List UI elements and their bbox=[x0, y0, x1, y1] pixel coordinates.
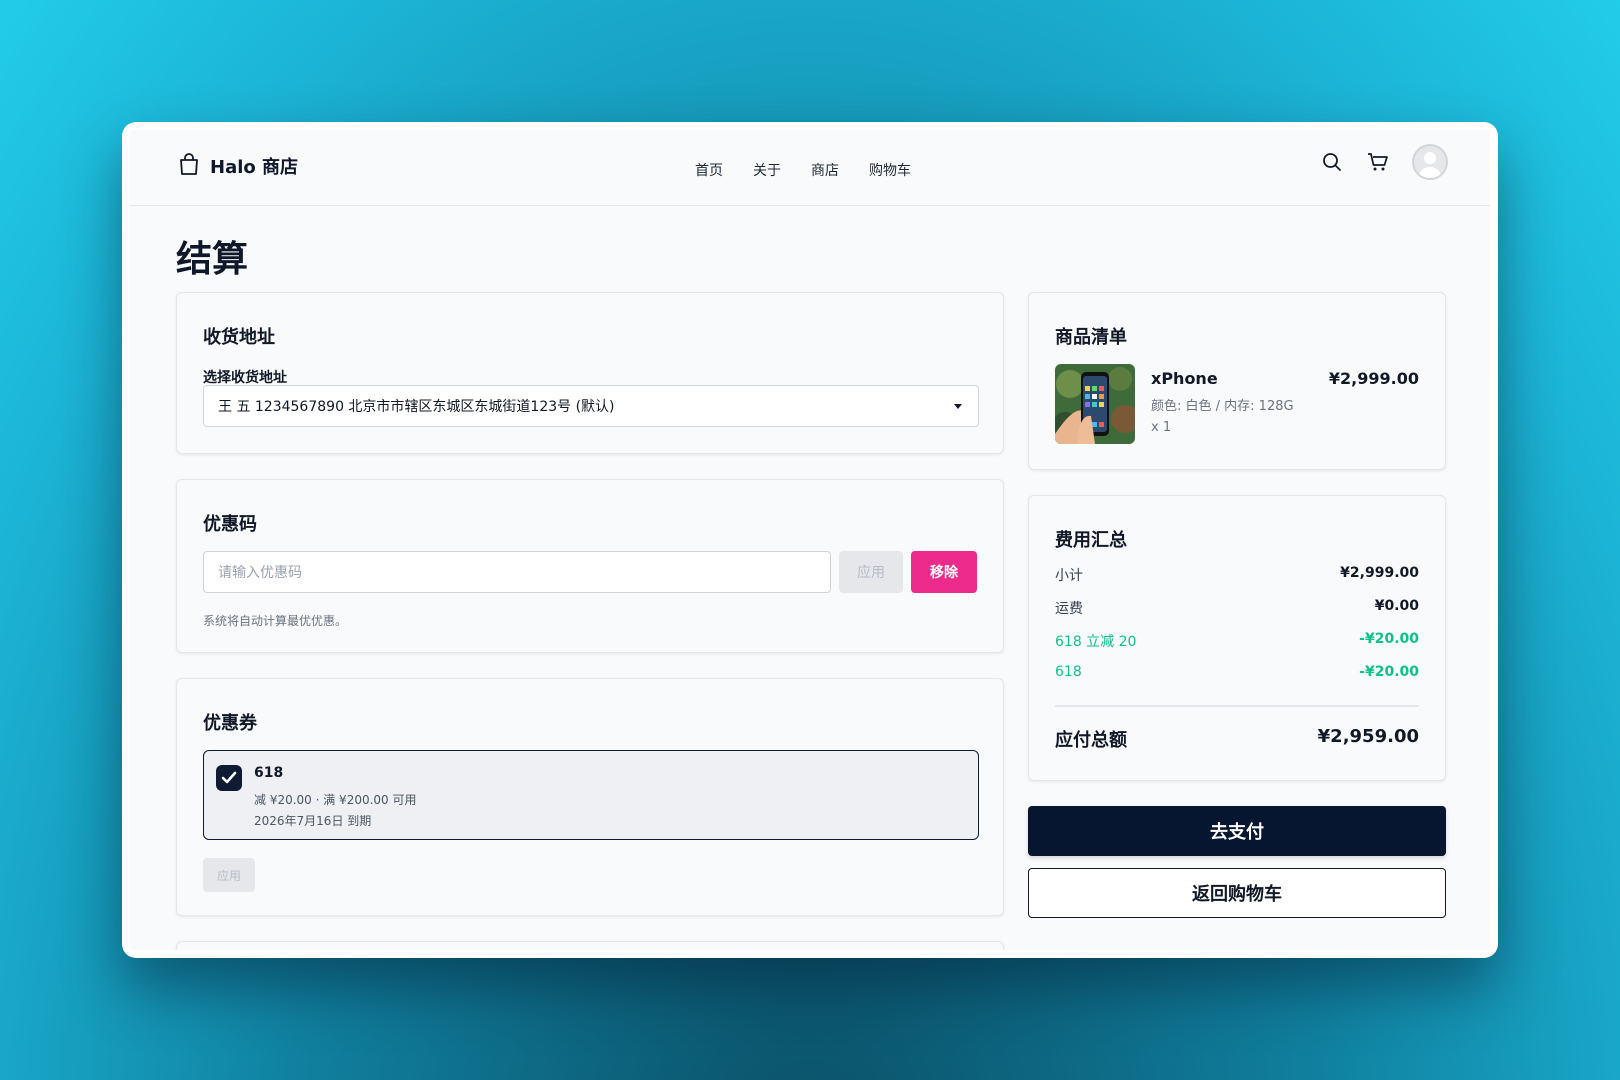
summary-value: -¥20.00 bbox=[1359, 631, 1419, 647]
product-thumbnail bbox=[1055, 364, 1135, 444]
address-select[interactable]: 王 五 1234567890 北京市市辖区东城区东城街道123号 (默认) bbox=[203, 385, 979, 427]
next-card bbox=[176, 941, 1004, 950]
apply-code-button[interactable]: 应用 bbox=[839, 551, 903, 593]
coupon-code-input[interactable]: 请输入优惠码 bbox=[203, 551, 831, 593]
address-title: 收货地址 bbox=[203, 327, 275, 348]
apply-voucher-button[interactable]: 应用 bbox=[203, 858, 255, 892]
summary-value: ¥2,999.00 bbox=[1340, 565, 1419, 581]
nav-about[interactable]: 关于 bbox=[753, 160, 781, 180]
coupon-hint: 系统将自动计算最优优惠。 bbox=[203, 614, 348, 628]
pay-button[interactable]: 去支付 bbox=[1028, 806, 1446, 856]
nav-shop[interactable]: 商店 bbox=[811, 160, 839, 180]
coupon-code-title: 优惠码 bbox=[203, 514, 257, 535]
product-quantity: x 1 bbox=[1151, 420, 1172, 435]
brand-title: Halo 商店 bbox=[210, 157, 299, 178]
summary-row-shipping: 运费 ¥0.00 bbox=[1055, 598, 1419, 618]
voucher-title: 优惠券 bbox=[203, 713, 257, 734]
total-value: ¥2,959.00 bbox=[1317, 726, 1419, 747]
summary-row-subtotal: 小计 ¥2,999.00 bbox=[1055, 565, 1419, 585]
brand[interactable]: Halo 商店 bbox=[178, 152, 298, 180]
product-name: xPhone bbox=[1151, 369, 1218, 388]
summary-label: 小计 bbox=[1055, 568, 1083, 584]
checkbox-checked-icon[interactable] bbox=[216, 765, 242, 791]
summary-divider bbox=[1055, 705, 1419, 707]
summary-row-voucher: 618 -¥20.00 bbox=[1055, 664, 1419, 680]
product-attributes: 颜色: 白色 / 内存: 128G bbox=[1151, 399, 1294, 414]
voucher-name: 618 bbox=[254, 765, 284, 781]
remove-code-button[interactable]: 移除 bbox=[911, 551, 977, 593]
avatar[interactable] bbox=[1412, 144, 1448, 180]
main-nav: 首页 关于 商店 购物车 bbox=[695, 160, 911, 180]
shopping-bag-icon bbox=[178, 152, 200, 180]
order-items-card: 商品清单 xPhone ¥2,999.00 颜色: 白色 / 内存: 128G … bbox=[1028, 292, 1446, 470]
voucher-description: 减 ¥20.00 · 满 ¥200.00 可用 bbox=[254, 793, 417, 807]
top-navbar: Halo 商店 首页 关于 商店 购物车 bbox=[130, 130, 1490, 206]
page: Halo 商店 首页 关于 商店 购物车 结算 收货地址 选择收货地址 王 五 … bbox=[130, 130, 1490, 950]
summary-row-discount: 618 立减 20 -¥20.00 bbox=[1055, 631, 1419, 651]
summary-label: 运费 bbox=[1055, 601, 1083, 617]
voucher-option[interactable]: 618 减 ¥20.00 · 满 ¥200.00 可用 2026年7月16日 到… bbox=[203, 750, 979, 840]
summary-label: 618 bbox=[1055, 664, 1082, 680]
cost-summary-card: 费用汇总 小计 ¥2,999.00 运费 ¥0.00 618 立减 20 -¥2… bbox=[1028, 495, 1446, 781]
total-label: 应付总额 bbox=[1055, 730, 1127, 751]
order-items-title: 商品清单 bbox=[1055, 327, 1127, 348]
cart-icon[interactable] bbox=[1366, 150, 1390, 174]
header-actions bbox=[1320, 144, 1448, 180]
summary-value: -¥20.00 bbox=[1359, 664, 1419, 680]
address-select-label: 选择收货地址 bbox=[203, 370, 287, 386]
page-title: 结算 bbox=[176, 239, 249, 280]
nav-cart[interactable]: 购物车 bbox=[869, 160, 911, 180]
search-icon[interactable] bbox=[1320, 150, 1344, 174]
voucher-expiry: 2026年7月16日 到期 bbox=[254, 814, 372, 828]
browser-window: Halo 商店 首页 关于 商店 购物车 结算 收货地址 选择收货地址 王 五 … bbox=[122, 122, 1498, 958]
address-card: 收货地址 选择收货地址 王 五 1234567890 北京市市辖区东城区东城街道… bbox=[176, 292, 1004, 454]
voucher-card: 优惠券 618 减 ¥20.00 · 满 ¥200.00 可用 2026年7月1… bbox=[176, 678, 1004, 916]
coupon-code-card: 优惠码 请输入优惠码 应用 移除 系统将自动计算最优优惠。 bbox=[176, 479, 1004, 653]
summary-label: 618 立减 20 bbox=[1055, 634, 1137, 650]
coupon-code-placeholder: 请输入优惠码 bbox=[218, 565, 302, 581]
product-price: ¥2,999.00 bbox=[1328, 369, 1419, 388]
chevron-down-icon bbox=[954, 404, 962, 409]
summary-value: ¥0.00 bbox=[1374, 598, 1419, 614]
address-selected-value: 王 五 1234567890 北京市市辖区东城区东城街道123号 (默认) bbox=[218, 399, 615, 415]
cost-summary-title: 费用汇总 bbox=[1055, 530, 1127, 551]
back-to-cart-button[interactable]: 返回购物车 bbox=[1028, 868, 1446, 918]
summary-total: 应付总额 ¥2,959.00 bbox=[1055, 726, 1419, 752]
nav-home[interactable]: 首页 bbox=[695, 160, 723, 180]
